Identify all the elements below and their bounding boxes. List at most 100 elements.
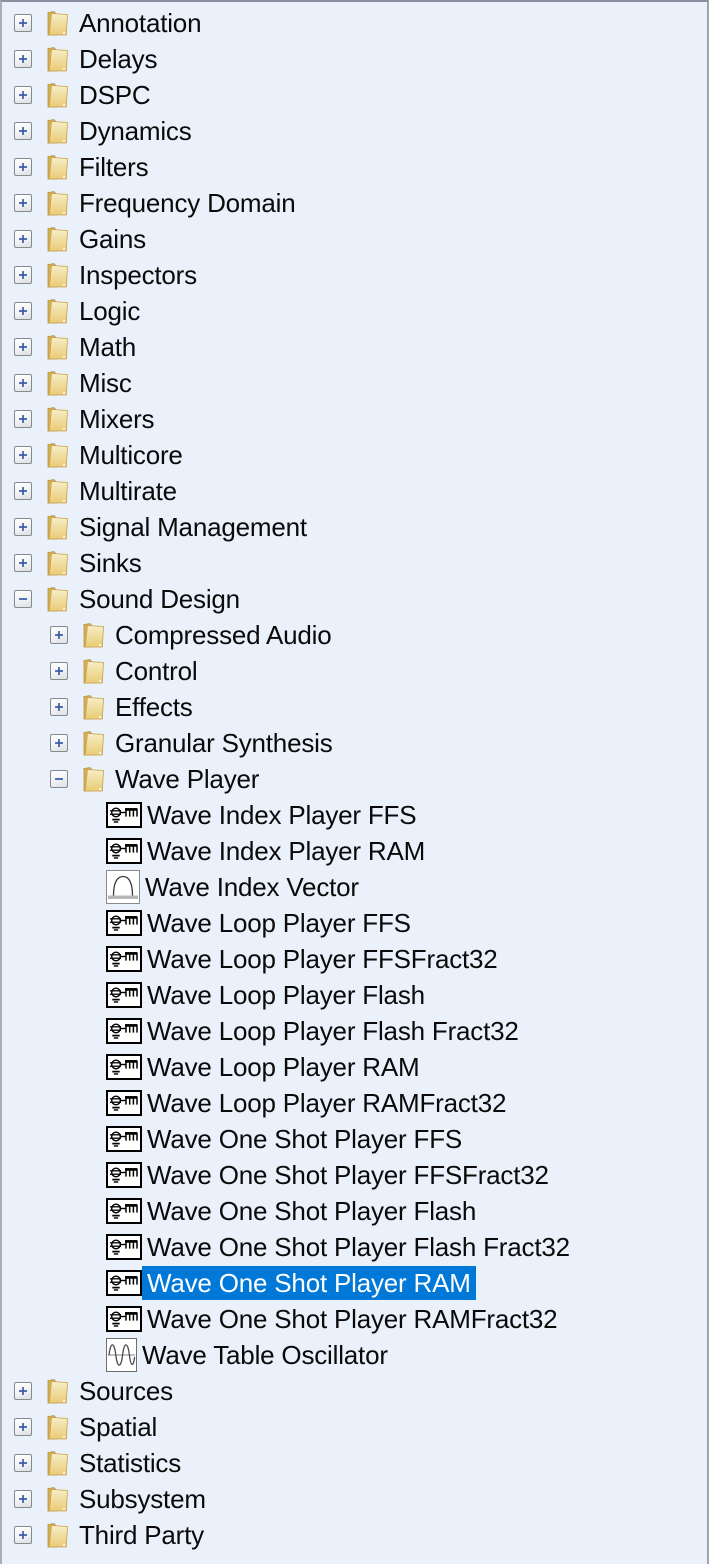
expander-icon[interactable] xyxy=(50,626,68,644)
expander-icon[interactable] xyxy=(14,1454,32,1472)
tree-item[interactable]: Wave Index Player FFS xyxy=(2,797,707,833)
wave-player-module-icon xyxy=(106,946,142,972)
tree-item[interactable]: Logic xyxy=(2,293,707,329)
tree-item-label: Spatial xyxy=(74,1410,162,1444)
expander-icon[interactable] xyxy=(14,1382,32,1400)
expander-icon[interactable] xyxy=(50,734,68,752)
tree-item[interactable]: Wave Loop Player FFSFract32 xyxy=(2,941,707,977)
tree-item[interactable]: Sound Design xyxy=(2,581,707,617)
folder-icon xyxy=(80,766,106,792)
expander-icon[interactable] xyxy=(50,698,68,716)
tree-item[interactable]: Wave One Shot Player Flash xyxy=(2,1193,707,1229)
expander-icon[interactable] xyxy=(14,1490,32,1508)
folder-icon xyxy=(44,262,70,288)
tree-item[interactable]: Math xyxy=(2,329,707,365)
tree-item[interactable]: Wave One Shot Player FFS xyxy=(2,1121,707,1157)
tree-item[interactable]: Spatial xyxy=(2,1409,707,1445)
tree-item[interactable]: Statistics xyxy=(2,1445,707,1481)
tree-item-label: Multicore xyxy=(74,438,188,472)
tree-item[interactable]: Subsystem xyxy=(2,1481,707,1517)
tree-item[interactable]: Wave One Shot Player Flash Fract32 xyxy=(2,1229,707,1265)
tree-item[interactable]: Wave One Shot Player RAMFract32 xyxy=(2,1301,707,1337)
wave-player-module-icon xyxy=(106,1306,142,1332)
folder-icon xyxy=(44,370,70,396)
tree-item-label: DSPC xyxy=(74,78,155,112)
tree-item-label: Compressed Audio xyxy=(110,618,336,652)
tree-item[interactable]: Wave Loop Player RAM xyxy=(2,1049,707,1085)
tree-item[interactable]: Granular Synthesis xyxy=(2,725,707,761)
expander-icon[interactable] xyxy=(14,482,32,500)
folder-icon xyxy=(80,730,106,756)
tree-item[interactable]: Sinks xyxy=(2,545,707,581)
tree-item[interactable]: Misc xyxy=(2,365,707,401)
tree-item-label: Annotation xyxy=(74,6,206,40)
expander-icon[interactable] xyxy=(14,50,32,68)
expander-icon[interactable] xyxy=(14,230,32,248)
tree-item[interactable]: Wave Loop Player Flash xyxy=(2,977,707,1013)
tree-item[interactable]: Wave Loop Player RAMFract32 xyxy=(2,1085,707,1121)
expander-icon[interactable] xyxy=(14,410,32,428)
tree-item[interactable]: Signal Management xyxy=(2,509,707,545)
tree-item[interactable]: Delays xyxy=(2,41,707,77)
expander-icon[interactable] xyxy=(14,446,32,464)
expander-icon[interactable] xyxy=(14,338,32,356)
tree-item[interactable]: Effects xyxy=(2,689,707,725)
expander-icon[interactable] xyxy=(14,194,32,212)
tree-item-label: Statistics xyxy=(74,1446,186,1480)
expander-icon[interactable] xyxy=(14,1526,32,1544)
tree-item[interactable]: Annotation xyxy=(2,5,707,41)
tree-item[interactable]: Wave Index Vector xyxy=(2,869,707,905)
folder-icon xyxy=(44,190,70,216)
expander-icon[interactable] xyxy=(14,86,32,104)
tree-item[interactable]: Dynamics xyxy=(2,113,707,149)
tree-item[interactable]: DSPC xyxy=(2,77,707,113)
expander-icon[interactable] xyxy=(14,302,32,320)
tree-item-label: Math xyxy=(74,330,141,364)
expander-icon[interactable] xyxy=(14,590,32,608)
expander-icon[interactable] xyxy=(14,374,32,392)
tree-item[interactable]: Filters xyxy=(2,149,707,185)
wave-player-module-icon xyxy=(106,1054,142,1080)
tree-item[interactable]: Multirate xyxy=(2,473,707,509)
tree-item-label: Wave One Shot Player Flash xyxy=(142,1194,481,1228)
tree-item[interactable]: Wave Table Oscillator xyxy=(2,1337,707,1373)
tree-item[interactable]: Gains xyxy=(2,221,707,257)
expander-icon[interactable] xyxy=(14,518,32,536)
expander-icon[interactable] xyxy=(14,1418,32,1436)
folder-icon xyxy=(44,154,70,180)
tree-item[interactable]: Sources xyxy=(2,1373,707,1409)
tree-item-label: Logic xyxy=(74,294,145,328)
tree-item[interactable]: Wave Loop Player Flash Fract32 xyxy=(2,1013,707,1049)
tree-item[interactable]: Control xyxy=(2,653,707,689)
expander-icon[interactable] xyxy=(50,770,68,788)
folder-icon xyxy=(80,694,106,720)
tree-item[interactable]: Wave Player xyxy=(2,761,707,797)
tree-item[interactable]: Multicore xyxy=(2,437,707,473)
expander-icon[interactable] xyxy=(14,122,32,140)
tree-item[interactable]: Wave Loop Player FFS xyxy=(2,905,707,941)
expander-icon[interactable] xyxy=(14,158,32,176)
tree-item-label: Gains xyxy=(74,222,151,256)
tree-item[interactable]: Mixers xyxy=(2,401,707,437)
tree-item[interactable]: Wave One Shot Player FFSFract32 xyxy=(2,1157,707,1193)
tree-item-label: Wave One Shot Player RAM xyxy=(142,1266,476,1300)
expander-icon[interactable] xyxy=(14,266,32,284)
tree-item-label: Wave One Shot Player FFS xyxy=(142,1122,467,1156)
tree-item-label: Inspectors xyxy=(74,258,202,292)
tree-item[interactable]: Frequency Domain xyxy=(2,185,707,221)
tree-item[interactable]: Wave Index Player RAM xyxy=(2,833,707,869)
folder-icon xyxy=(44,514,70,540)
folder-icon xyxy=(44,1414,70,1440)
wave-player-module-icon xyxy=(106,982,142,1008)
tree-item-label: Wave Index Vector xyxy=(140,870,364,904)
tree-item-label: Sound Design xyxy=(74,582,245,616)
expander-icon[interactable] xyxy=(14,554,32,572)
tree-item[interactable]: Third Party xyxy=(2,1517,707,1553)
tree-item[interactable]: Wave One Shot Player RAM xyxy=(2,1265,707,1301)
tree-item[interactable]: Compressed Audio xyxy=(2,617,707,653)
tree-item-label: Sinks xyxy=(74,546,147,580)
expander-icon[interactable] xyxy=(14,14,32,32)
folder-icon xyxy=(44,10,70,36)
expander-icon[interactable] xyxy=(50,662,68,680)
tree-item[interactable]: Inspectors xyxy=(2,257,707,293)
